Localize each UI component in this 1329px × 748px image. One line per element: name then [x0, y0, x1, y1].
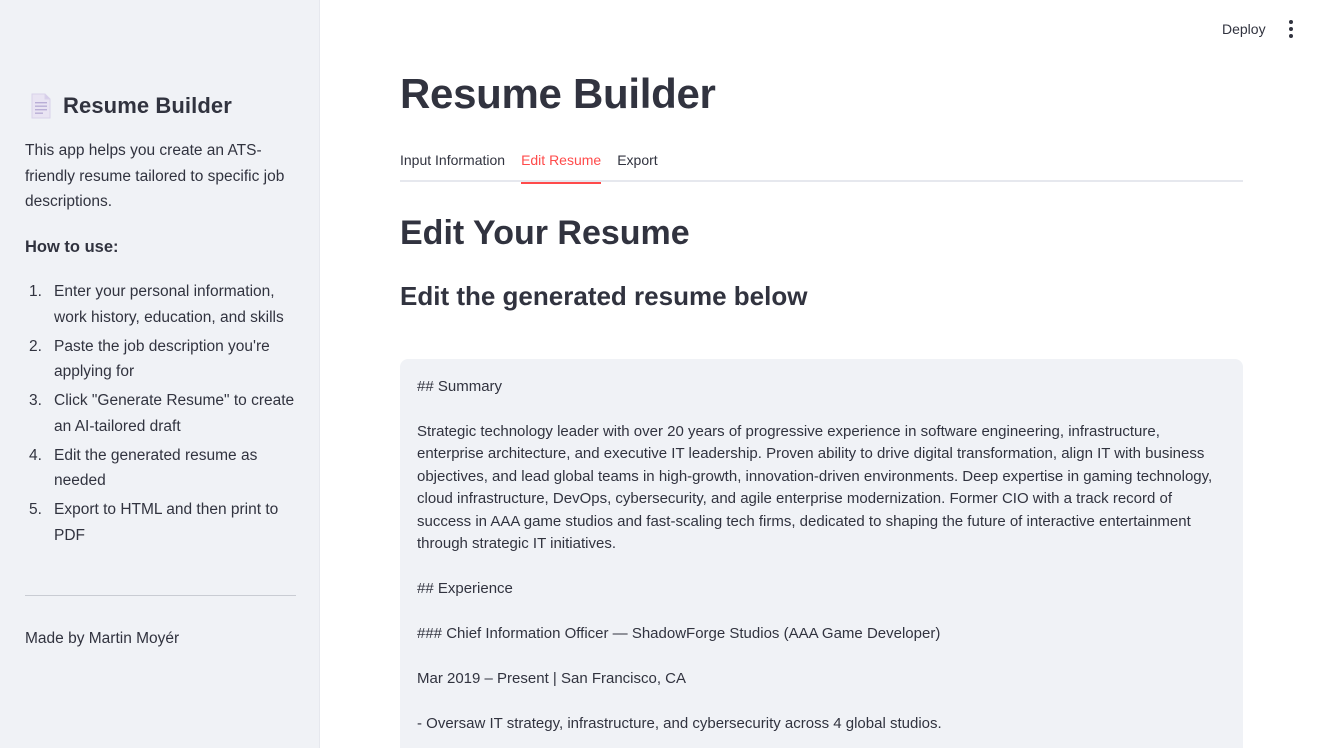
- list-item-text: Click "Generate Resume" to create an AI-…: [54, 392, 295, 435]
- tab-input-information[interactable]: Input Information: [400, 146, 505, 182]
- editor-line: ## Summary: [417, 378, 503, 395]
- editor-line: Mar 2019 – Present | San Francisco, CA: [417, 669, 687, 687]
- list-item-number: 1.: [29, 283, 42, 300]
- list-item: 4. Edit the generated resume as needed: [25, 443, 295, 494]
- deploy-button[interactable]: Deploy: [1212, 16, 1276, 42]
- list-item: 1. Enter your personal information, work…: [25, 279, 295, 330]
- sidebar: Resume Builder This app helps you create…: [0, 0, 320, 748]
- section-subheading: Edit the generated resume below: [400, 281, 808, 311]
- tab-edit-resume[interactable]: Edit Resume: [521, 146, 602, 184]
- list-item-text: Paste the job description you're applyin…: [54, 337, 270, 381]
- editor-line: ## Experience: [417, 579, 513, 597]
- list-item-text: Enter your personal information, work hi…: [54, 283, 284, 326]
- list-item-number: 2.: [29, 337, 42, 355]
- how-to-list: 1. Enter your personal information, work…: [25, 279, 295, 552]
- editor-line: ### Chief Information Officer — ShadowFo…: [417, 624, 941, 642]
- resume-editor-textarea[interactable]: ## Summary Strategic technology leader w…: [400, 359, 1243, 748]
- tab-bar: Input Information Edit Resume Export: [400, 146, 1243, 184]
- list-item: 3. Click "Generate Resume" to create an …: [25, 388, 295, 439]
- list-item: 5. Export to HTML and then print to PDF: [25, 497, 295, 548]
- sidebar-divider: [25, 595, 296, 596]
- list-item-number: 4.: [29, 446, 42, 464]
- sidebar-title-row: Resume Builder: [25, 90, 232, 122]
- tab-export[interactable]: Export: [617, 146, 657, 182]
- document-icon: [25, 90, 57, 122]
- app-root: Resume Builder This app helps you create…: [0, 0, 1329, 748]
- list-item: 2. Paste the job description you're appl…: [25, 334, 295, 385]
- editor-line: - Oversaw IT strategy, infrastructure, a…: [417, 714, 942, 732]
- how-to-heading: How to use:: [25, 238, 119, 256]
- sidebar-description: This app helps you create an ATS-friendl…: [25, 142, 285, 210]
- sidebar-footer: Made by Martin Moyér: [25, 630, 180, 647]
- list-item-text: Edit the generated resume as needed: [54, 446, 258, 490]
- section-heading: Edit Your Resume: [400, 214, 690, 252]
- list-item-text: Export to HTML and then print to PDF: [54, 501, 279, 544]
- list-item-number: 5.: [29, 501, 42, 518]
- page-title: Resume Builder: [400, 70, 716, 117]
- kebab-menu-icon[interactable]: [1280, 16, 1302, 42]
- sidebar-title: Resume Builder: [63, 93, 232, 118]
- editor-line: Strategic technology leader with over 20…: [417, 422, 1217, 552]
- list-item-number: 3.: [29, 392, 42, 409]
